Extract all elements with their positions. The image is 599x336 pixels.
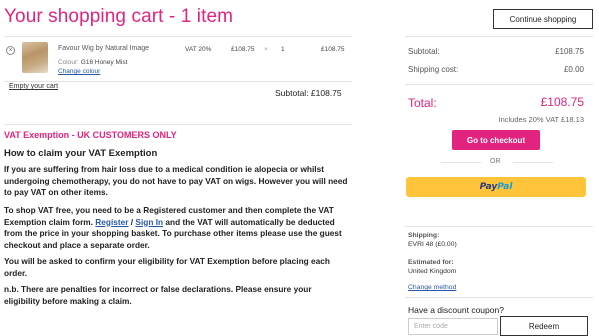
product-thumbnail[interactable] xyxy=(22,42,48,73)
paypal-logo: PayPal xyxy=(479,182,513,192)
summary-subtotal-label: Subtotal: xyxy=(408,47,440,56)
item-quantity[interactable]: 1 xyxy=(281,46,285,53)
change-colour-link[interactable]: Change colour xyxy=(58,68,100,75)
empty-cart-link[interactable]: Empty your cart xyxy=(9,83,58,90)
register-link[interactable]: Register xyxy=(95,217,128,227)
remove-item-icon[interactable]: × xyxy=(6,46,15,55)
vat-paragraph-3: You will be asked to confirm your eligib… xyxy=(4,256,330,278)
paypal-button[interactable]: PayPal xyxy=(406,177,586,197)
cart-top-divider xyxy=(4,36,352,37)
redeem-button[interactable]: Redeem xyxy=(500,316,588,336)
includes-vat: Includes 20% VAT £18.13 xyxy=(498,115,584,124)
vat-paragraph-4: n.b. There are penalties for incorrect o… xyxy=(4,284,312,306)
item-price: £108.75 xyxy=(231,46,255,53)
summary-subtotal-value: £108.75 xyxy=(555,47,584,56)
times-sign: × xyxy=(264,46,268,53)
coupon-code-input[interactable]: Enter code xyxy=(408,318,498,335)
vat-subheading: How to claim your VAT Exemption xyxy=(4,148,158,159)
cart-bottom-divider xyxy=(4,81,352,82)
estimated-heading: Estimated for: xyxy=(408,259,454,266)
continue-shopping-button[interactable]: Continue shopping xyxy=(493,9,593,29)
estimated-value: United Kingdom xyxy=(408,268,457,275)
go-to-checkout-button[interactable]: Go to checkout xyxy=(452,130,540,150)
total-label: Total: xyxy=(408,96,437,110)
or-separator: OR xyxy=(490,158,501,165)
coupon-divider xyxy=(405,297,593,298)
summary-top-divider xyxy=(405,36,593,37)
shipping-heading: Shipping: xyxy=(408,232,440,239)
or-line-right xyxy=(513,162,553,163)
item-vat: VAT 20% xyxy=(185,46,212,53)
summary-mid-divider xyxy=(405,84,593,85)
colour-row: Colour: G16 Honey Mist xyxy=(58,59,127,66)
total-value: £108.75 xyxy=(540,95,584,109)
vat-divider xyxy=(4,124,352,125)
page-title: Your shopping cart - 1 item xyxy=(4,6,234,27)
vat-paragraph-2: To shop VAT free, you need to be a Regis… xyxy=(4,205,349,251)
shipping-method: EVRI 48 (£0.00) xyxy=(408,241,457,248)
shipping-divider xyxy=(405,226,593,227)
vat-heading: VAT Exemption - UK CUSTOMERS ONLY xyxy=(4,130,177,140)
item-line-total: £108.75 xyxy=(321,46,345,53)
vat-paragraph-1: If you are suffering from hair loss due … xyxy=(4,164,348,198)
change-method-link[interactable]: Change method xyxy=(408,284,456,291)
colour-label: Colour: xyxy=(58,59,79,66)
or-line-left xyxy=(441,162,481,163)
sign-in-link[interactable]: Sign In xyxy=(135,217,163,227)
cart-subtotal: Subtotal: £108.75 xyxy=(275,88,342,98)
colour-value: G16 Honey Mist xyxy=(80,59,128,66)
summary-shipping-value: £0.00 xyxy=(563,65,584,74)
coupon-label: Have a discount coupon? xyxy=(408,305,504,315)
summary-shipping-label: Shipping cost: xyxy=(408,65,459,74)
product-name[interactable]: Favour Wig by Natural Image xyxy=(58,45,149,52)
